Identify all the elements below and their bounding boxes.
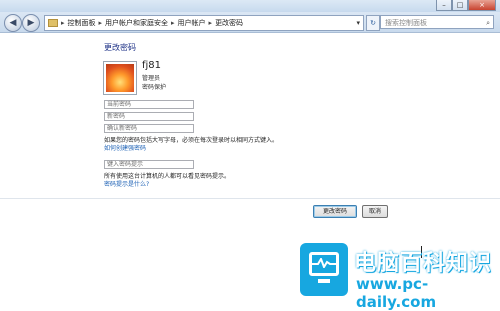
breadcrumb-control-panel[interactable]: 控制面板	[68, 16, 96, 30]
breadcrumb-separator-icon[interactable]: ▸	[171, 16, 175, 30]
search-icon[interactable]: ⌕	[486, 16, 490, 30]
user-type: 管理员	[142, 75, 161, 82]
what-is-hint-link[interactable]: 密码提示是什么?	[104, 179, 149, 188]
back-arrow-icon: ◀	[9, 18, 17, 28]
change-password-button[interactable]: 更改密码	[313, 205, 357, 218]
footer-divider	[0, 198, 500, 199]
minimize-button[interactable]: –	[436, 0, 452, 11]
close-button[interactable]: ×	[468, 0, 496, 11]
monitor-logo-icon	[300, 243, 348, 296]
address-bar[interactable]: ▸ 控制面板 ▸ 用户帐户和家庭安全 ▸ 用户帐户 ▸ 更改密码 ▾	[44, 15, 364, 31]
search-placeholder: 搜索控制面板	[385, 19, 427, 27]
window-controls: – □ ×	[436, 0, 496, 11]
cancel-button[interactable]: 取消	[362, 205, 388, 218]
window-titlebar: – □ ×	[0, 0, 500, 12]
watermark-url: www.pc-daily.com	[356, 275, 437, 311]
confirm-password-field[interactable]: 确认新密码	[104, 124, 194, 133]
new-password-field[interactable]: 新密码	[104, 112, 194, 121]
address-dropdown-icon[interactable]: ▾	[356, 16, 360, 30]
breadcrumb-separator-icon[interactable]: ▸	[209, 16, 213, 30]
refresh-icon: ↻	[370, 19, 376, 27]
strong-password-link[interactable]: 如何创建强密码	[104, 143, 146, 152]
search-input[interactable]: 搜索控制面板 ⌕	[380, 15, 494, 29]
breadcrumb-change-password[interactable]: 更改密码	[215, 16, 243, 30]
breadcrumb-user-accounts-family[interactable]: 用户帐户和家庭安全	[105, 16, 168, 30]
breadcrumb-separator-icon[interactable]: ▸	[99, 16, 103, 30]
breadcrumb-separator-icon[interactable]: ▸	[61, 16, 65, 30]
page-title: 更改密码	[104, 43, 136, 52]
user-password-status: 密码保护	[142, 84, 167, 91]
user-avatar	[103, 61, 137, 95]
forward-arrow-icon: ▶	[27, 18, 35, 28]
refresh-button[interactable]: ↻	[366, 15, 380, 31]
user-name: fj81	[142, 60, 162, 71]
password-hint-field[interactable]: 键入密码提示	[104, 160, 194, 169]
watermark-logo: 电脑百科知识 www.pc-daily.com	[300, 243, 496, 311]
watermark-title: 电脑百科知识	[354, 251, 493, 276]
current-password-field[interactable]: 当前密码	[104, 100, 194, 109]
back-button[interactable]: ◀	[4, 14, 22, 32]
forward-button[interactable]: ▶	[22, 14, 40, 32]
control-panel-icon	[48, 19, 58, 27]
maximize-button[interactable]: □	[452, 0, 468, 11]
breadcrumb-user-accounts[interactable]: 用户帐户	[178, 16, 206, 30]
navigation-bar: ◀ ▶ ▸ 控制面板 ▸ 用户帐户和家庭安全 ▸ 用户帐户 ▸ 更改密码 ▾ ↻…	[0, 12, 500, 33]
